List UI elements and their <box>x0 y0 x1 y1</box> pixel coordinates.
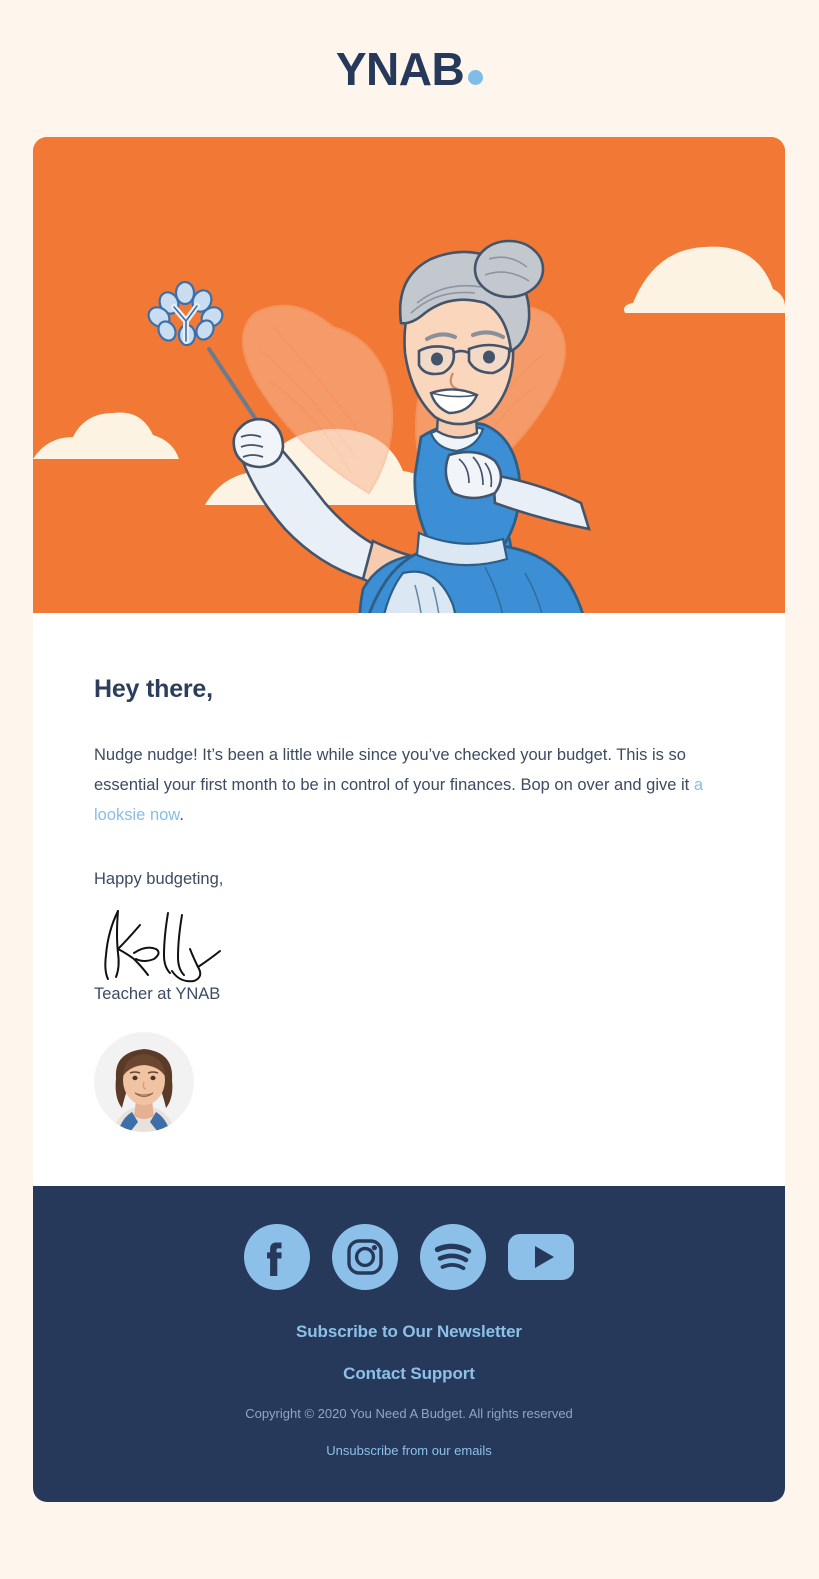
youtube-link[interactable] <box>508 1224 574 1290</box>
email-card: Hey there, Nudge nudge! It’s been a litt… <box>33 137 785 1502</box>
instagram-link[interactable] <box>332 1224 398 1290</box>
role-text: Teacher at YNAB <box>94 985 221 1003</box>
paragraph-text-after-link: . <box>179 806 184 824</box>
newsletter-link[interactable]: Subscribe to Our Newsletter <box>33 1322 785 1342</box>
avatar-container <box>94 1032 724 1186</box>
avatar-photo <box>94 1032 194 1132</box>
facebook-icon <box>244 1224 310 1290</box>
email-footer: Subscribe to Our Newsletter Contact Supp… <box>33 1186 785 1502</box>
copyright-text: Copyright © 2020 You Need A Budget. All … <box>245 1406 573 1421</box>
paragraph-text-before-link: Nudge nudge! It’s been a little while si… <box>94 746 694 794</box>
hero-illustration <box>33 137 785 613</box>
fairy-godmother-image <box>33 137 785 613</box>
signoff-text: Happy budgeting, <box>94 870 224 888</box>
avatar <box>94 1032 194 1132</box>
ynab-logo: YNAB <box>335 42 484 96</box>
logo-wordmark: YNAB <box>335 42 465 95</box>
spotify-link[interactable] <box>420 1224 486 1290</box>
email-container: YNAB Hey there, Nudge nudge! It’s been a… <box>0 0 819 1579</box>
body-paragraph: Nudge nudge! It’s been a little while si… <box>94 740 724 830</box>
contact-support-link[interactable]: Contact Support <box>33 1364 785 1384</box>
logo-dot-icon <box>468 69 484 85</box>
greeting-heading: Hey there, <box>94 675 213 703</box>
social-links-row <box>33 1224 785 1290</box>
spotify-icon <box>420 1224 486 1290</box>
youtube-icon <box>508 1234 574 1280</box>
instagram-icon <box>332 1224 398 1290</box>
email-body: Hey there, Nudge nudge! It’s been a litt… <box>33 613 785 1186</box>
unsubscribe-link[interactable]: Unsubscribe from our emails <box>33 1443 785 1458</box>
facebook-link[interactable] <box>244 1224 310 1290</box>
email-header: YNAB <box>0 0 819 137</box>
signature-image <box>94 897 724 983</box>
